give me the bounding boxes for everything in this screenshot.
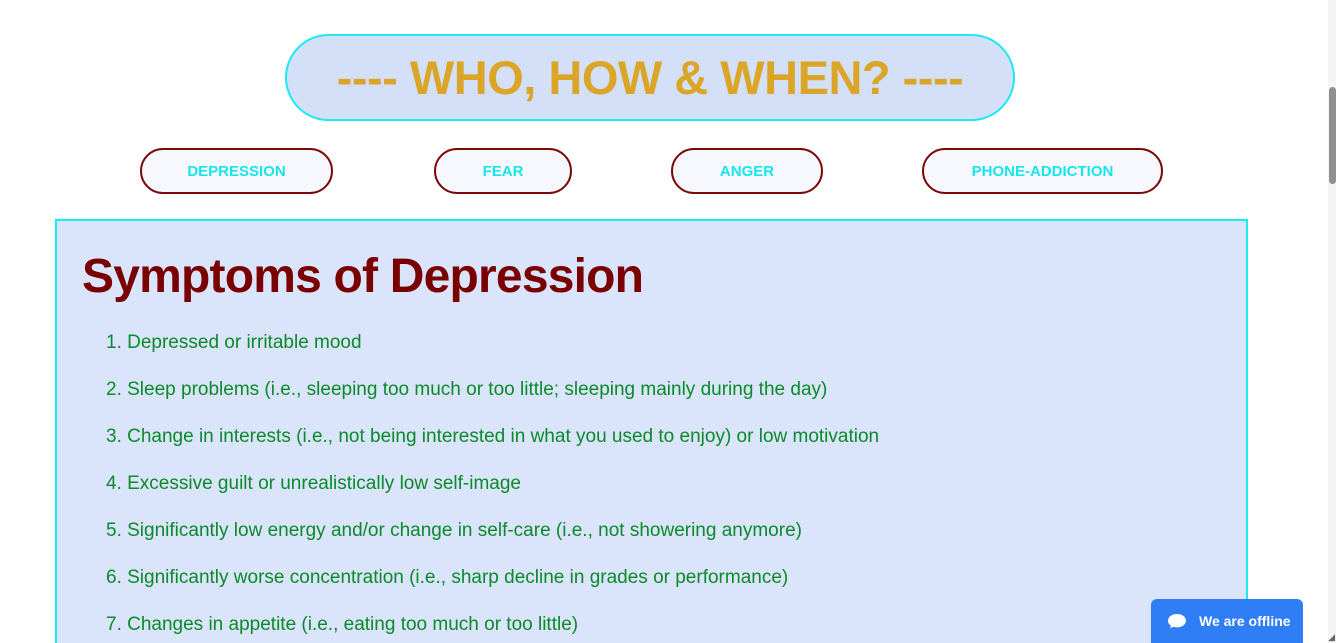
list-item: 7. Changes in appetite (i.e., eating too… [106,614,579,635]
list-item: 1. Depressed or irritable mood [106,332,362,353]
list-item: 6. Significantly worse concentration (i.… [106,567,789,588]
list-item: 4. Excessive guilt or unrealistically lo… [106,473,521,494]
vertical-scrollbar[interactable] [1328,0,1336,643]
tab-anger[interactable]: ANGER [671,148,823,194]
tab-depression[interactable]: DEPRESSION [140,148,333,194]
banner-title: ---- WHO, HOW & WHEN? ---- [336,51,964,104]
content-panel: Symptoms of Depression 1. Depressed or i… [55,219,1248,643]
symptom-list: 1. Depressed or irritable mood 2. Sleep … [106,331,879,643]
list-item: 2. Sleep problems (i.e., sleeping too mu… [106,379,828,400]
chat-offline-button[interactable]: We are offline [1151,599,1303,643]
resize-corner-icon: ◢ [1328,632,1335,642]
list-item: 3. Change in interests (i.e., not being … [106,426,880,447]
chat-status-label: We are offline [1199,613,1291,629]
header-banner: ---- WHO, HOW & WHEN? ---- [285,34,1015,121]
page: ---- WHO, HOW & WHEN? ---- DEPRESSION FE… [0,0,1336,643]
tab-phone-addiction[interactable]: PHONE-ADDICTION [922,148,1163,194]
list-item: 5. Significantly low energy and/or chang… [106,520,802,541]
section-title: Symptoms of Depression [82,250,644,303]
scrollbar-thumb[interactable] [1329,87,1336,184]
tab-fear[interactable]: FEAR [434,148,572,194]
chat-bubble-icon [1167,613,1187,629]
